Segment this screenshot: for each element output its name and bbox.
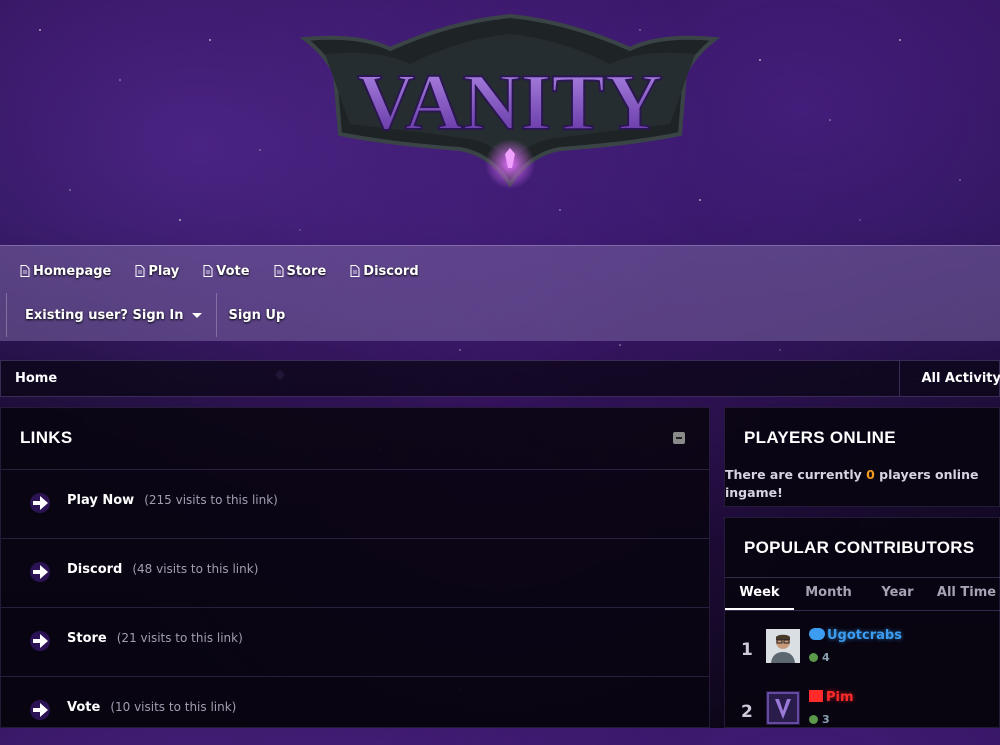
players-count: 0 [866, 467, 875, 482]
links-widget: LINKS Play Now(215 visits to this link) … [0, 407, 710, 728]
contributor-name[interactable]: Ugotcrabs [827, 628, 902, 643]
reputation-count: 3 [822, 713, 830, 726]
collapse-icon[interactable] [673, 432, 685, 444]
tab-month[interactable]: Month [794, 578, 863, 610]
document-icon [350, 265, 360, 277]
nav-item-store[interactable]: Store [262, 260, 339, 282]
avatar[interactable] [766, 629, 800, 663]
contributor-row: 1 Ugotcrabs 4 [725, 622, 1000, 682]
nav-item-play[interactable]: Play [123, 260, 191, 282]
document-icon [20, 265, 30, 277]
document-icon [203, 265, 213, 277]
popular-contributors-widget: POPULAR CONTRIBUTORS Week Month Year All… [724, 517, 1000, 728]
link-item[interactable]: Discord (48 visits to this link) [1, 538, 709, 607]
contributor-name-wrap: Ugotcrabs [809, 628, 902, 643]
document-icon [274, 265, 284, 277]
reputation: 3 [809, 713, 830, 726]
rank-number: 2 [741, 702, 753, 722]
contributor-name[interactable]: Pim [826, 690, 854, 705]
contributor-name-wrap: Pim [809, 690, 854, 705]
players-online-text: There are currently 0 players online ing… [725, 466, 995, 502]
nav-item-vote[interactable]: Vote [191, 260, 261, 282]
tab-all-time[interactable]: All Time [932, 578, 1000, 610]
all-activity-label: All Activity [921, 371, 1000, 386]
avatar[interactable] [766, 691, 800, 725]
nav-user-bar: Existing user? Sign In Sign Up [0, 293, 297, 337]
caret-down-icon [192, 313, 202, 318]
link-visit-count: (48 visits to this link) [132, 562, 258, 576]
link-item[interactable]: Vote (10 visits to this link) [1, 676, 709, 745]
document-icon [135, 265, 145, 277]
link-visit-count: (21 visits to this link) [117, 631, 243, 645]
players-online-title: PLAYERS ONLINE [744, 428, 896, 448]
reputation-count: 4 [822, 651, 830, 664]
link-item[interactable]: Store (21 visits to this link) [1, 607, 709, 676]
link-name[interactable]: Play Now [67, 493, 134, 508]
link-name-wrap: Store (21 visits to this link) [67, 631, 243, 646]
nav-item-discord[interactable]: Discord [338, 260, 430, 282]
main-navigation: Homepage Play Vote Store Discord Existin… [0, 245, 1000, 341]
arrow-right-icon [29, 630, 51, 652]
all-activity-link[interactable]: All Activity [899, 361, 1000, 396]
tab-year[interactable]: Year [863, 578, 932, 610]
chat-bubble-icon [809, 628, 825, 640]
breadcrumb-home[interactable]: Home [15, 371, 57, 386]
tab-week[interactable]: Week [725, 578, 794, 610]
link-item[interactable]: Play Now (215 visits to this link) [1, 469, 709, 538]
link-visit-count: (215 visits to this link) [144, 493, 278, 507]
arrow-right-icon [29, 492, 51, 514]
players-text-before: There are currently [725, 467, 866, 482]
nav-item-homepage[interactable]: Homepage [8, 260, 123, 282]
players-online-widget: PLAYERS ONLINE There are currently 0 pla… [724, 407, 1000, 507]
vanity-logo[interactable]: VANITY [300, 14, 720, 194]
link-name[interactable]: Discord [67, 562, 122, 577]
rank-number: 1 [741, 640, 753, 660]
nav-item-label: Vote [216, 264, 249, 279]
link-name-wrap: Vote (10 visits to this link) [67, 700, 236, 715]
link-name[interactable]: Vote [67, 700, 100, 715]
nav-item-label: Play [148, 264, 179, 279]
link-name[interactable]: Store [67, 631, 107, 646]
contributor-row: 2 Pim 3 [725, 684, 1000, 744]
sign-in-dropdown[interactable]: Existing user? Sign In [6, 293, 217, 337]
badge-icon [809, 690, 823, 702]
nav-item-label: Discord [363, 264, 418, 279]
nav-primary: Homepage Play Vote Store Discord [8, 260, 431, 282]
logo-text: VANITY [357, 59, 662, 147]
links-title: LINKS [20, 428, 73, 448]
link-name-wrap: Discord (48 visits to this link) [67, 562, 258, 577]
reputation: 4 [809, 651, 830, 664]
plus-circle-icon [809, 715, 818, 724]
link-visit-count: (10 visits to this link) [110, 700, 236, 714]
nav-item-label: Homepage [33, 264, 111, 279]
plus-circle-icon [809, 653, 818, 662]
arrow-right-icon [29, 561, 51, 583]
link-name-wrap: Play Now (215 visits to this link) [67, 493, 278, 508]
nav-item-label: Store [287, 264, 327, 279]
arrow-right-icon [29, 699, 51, 721]
sign-in-label: Existing user? Sign In [25, 308, 184, 323]
sign-up-link[interactable]: Sign Up [217, 308, 298, 323]
breadcrumb: Home All Activity [0, 360, 1000, 397]
contributors-tabs: Week Month Year All Time [725, 577, 1000, 611]
contributors-title: POPULAR CONTRIBUTORS [744, 538, 974, 558]
